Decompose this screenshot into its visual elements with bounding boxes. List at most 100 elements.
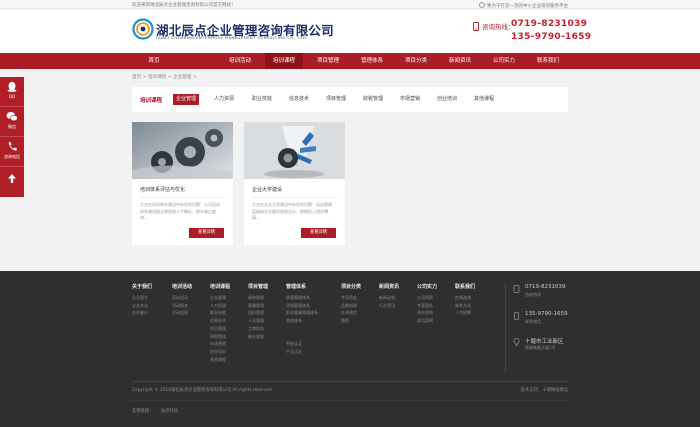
- footer-link[interactable]: 企业简介: [132, 294, 152, 302]
- logo-icon[interactable]: [132, 18, 154, 40]
- footer-link[interactable]: 融资: [341, 317, 361, 325]
- category-tab[interactable]: 人力资源: [211, 94, 237, 105]
- footer-column-title[interactable]: 联系我们: [455, 283, 475, 290]
- footer-column-title[interactable]: 培训活动: [172, 283, 192, 290]
- footer-link[interactable]: 合作机构: [417, 309, 437, 317]
- footer-link[interactable]: 市场营销: [210, 340, 230, 348]
- category-tab[interactable]: 项目管理: [323, 94, 349, 105]
- footer-link[interactable]: 质量管理体系: [286, 294, 318, 302]
- view-details-button[interactable]: 查看详情: [301, 228, 336, 238]
- slogan-text: 致力于打造一流的中小企业培训服务平台: [479, 2, 568, 9]
- footer-link[interactable]: 系统认证: [286, 340, 318, 348]
- phone-icon: [513, 285, 520, 293]
- footer-link[interactable]: 企业管理: [210, 294, 230, 302]
- footer-link[interactable]: 技术改造: [341, 309, 361, 317]
- friend-links-label: 友情链接：: [132, 409, 154, 414]
- category-tab[interactable]: 财税管理: [360, 94, 386, 105]
- breadcrumb[interactable]: 首页 > 培训课程 > 企业管理 >: [132, 74, 197, 80]
- footer-link[interactable]: 人才招聘: [455, 309, 475, 317]
- footer-link[interactable]: 职业健康管理体系: [286, 309, 318, 317]
- footer-link[interactable]: 产品认证: [286, 348, 318, 356]
- footer-link[interactable]: 专项资金: [341, 294, 361, 302]
- footer-link[interactable]: 培训活动: [172, 294, 192, 302]
- card-title[interactable]: 企业大学建设: [252, 186, 282, 193]
- nav-item-training-activities[interactable]: 培训活动: [221, 53, 259, 69]
- nav-item-home[interactable]: 首页: [135, 53, 173, 69]
- footer-link[interactable]: 人员管理: [248, 317, 268, 325]
- footer-column-title[interactable]: 项目分类: [341, 283, 361, 290]
- back-to-top-button[interactable]: [0, 173, 24, 197]
- footer-link[interactable]: 人力资源: [210, 302, 230, 310]
- footer-column-title[interactable]: 公司实力: [417, 283, 437, 290]
- card-description: 企业在企业大学建设中存在的问题：培训管理层级缺乏必要的规划设计，前期投入相对薄弱…: [252, 202, 332, 220]
- category-tab[interactable]: 企业管理: [173, 94, 200, 105]
- float-item-phone[interactable]: 咨询电话: [0, 141, 24, 167]
- nav-item-project-category[interactable]: 项目分类: [397, 53, 435, 69]
- category-tab[interactable]: 市场营销: [397, 94, 423, 105]
- footer-link[interactable]: 财税管理: [210, 333, 230, 341]
- footer-link[interactable]: 公司资质: [417, 294, 437, 302]
- nav-item-contact[interactable]: 联系我们: [529, 53, 567, 69]
- card-description: 企业在培训体系建设中存在的问题：公司培训体系建设缺乏规划和人才梯队，统计难以查询…: [140, 202, 220, 220]
- card-title[interactable]: 培训体系评估与优化: [140, 186, 185, 193]
- course-thumbnail[interactable]: [132, 122, 233, 179]
- float-item-wechat[interactable]: 微信: [0, 111, 24, 137]
- category-tab[interactable]: 其他课程: [471, 94, 497, 105]
- nav-item-company-strength[interactable]: 公司实力: [485, 53, 523, 69]
- footer-link[interactable]: [286, 333, 318, 341]
- footer-link[interactable]: 项目管理: [210, 325, 230, 333]
- nav-item-news[interactable]: 新闻资讯: [441, 53, 479, 69]
- contact-label: 联系电话: [525, 319, 541, 324]
- friend-link[interactable]: 辰点科技: [161, 409, 178, 414]
- course-thumbnail[interactable]: [244, 122, 345, 179]
- footer: 关于我们 企业简介 企业文化 合作客户 培训活动 培训活动 活动报名 活动回顾 …: [0, 271, 700, 427]
- nav-item-management-system[interactable]: 管理体系: [353, 53, 391, 69]
- footer-link[interactable]: 其他体系: [286, 317, 318, 325]
- category-tab[interactable]: 职业技能: [249, 94, 275, 105]
- footer-link[interactable]: [286, 325, 318, 333]
- footer-column-title[interactable]: 项目管理: [248, 283, 268, 290]
- category-tab[interactable]: 信息技术: [286, 94, 312, 105]
- course-card[interactable]: 培训体系评估与优化 企业在培训体系建设中存在的问题：公司培训体系建设缺乏规划和人…: [132, 122, 233, 245]
- footer-link[interactable]: 成功案例: [417, 317, 437, 325]
- footer-link[interactable]: 活动回顾: [172, 309, 192, 317]
- nav-item-project-management[interactable]: 项目管理: [309, 53, 347, 69]
- footer-link[interactable]: 绩效管理: [248, 294, 268, 302]
- view-details-button[interactable]: 查看详情: [189, 228, 224, 238]
- footer-column-title[interactable]: 新闻资讯: [379, 283, 399, 290]
- footer-column-title[interactable]: 培训课程: [210, 283, 230, 290]
- footer-link[interactable]: 合作客户: [132, 309, 152, 317]
- divider: [140, 197, 225, 198]
- location-icon: [513, 338, 520, 346]
- footer-link[interactable]: 联系方式: [455, 302, 475, 310]
- category-title: 培训课程: [140, 98, 163, 104]
- footer-link[interactable]: 新闻动态: [379, 294, 399, 302]
- course-card[interactable]: 企业大学建设 企业在企业大学建设中存在的问题：培训管理层级缺乏必要的规划设计，前…: [244, 122, 345, 245]
- footer-link[interactable]: 专家团队: [417, 302, 437, 310]
- footer-link[interactable]: 行业资讯: [379, 302, 399, 310]
- tech-support-link[interactable]: 技术支持：十堰网站建设: [521, 387, 568, 393]
- footer-link[interactable]: 环境管理体系: [286, 302, 318, 310]
- category-tab[interactable]: 创业培训: [434, 94, 460, 105]
- footer-column-news: 新闻资讯 新闻动态 行业资讯: [379, 283, 399, 309]
- footer-link[interactable]: 活动报名: [172, 302, 192, 310]
- footer-link[interactable]: 职业技能: [210, 309, 230, 317]
- mobile-icon: [514, 312, 519, 320]
- footer-link[interactable]: 其他课程: [210, 356, 230, 364]
- footer-link[interactable]: 信息技术: [210, 317, 230, 325]
- footer-link[interactable]: 薪酬管理: [248, 302, 268, 310]
- float-label: QQ: [8, 94, 16, 99]
- copyright-text: Copyright © 2018湖北辰点企业管理咨询有限公司 All right…: [132, 388, 272, 393]
- nav-item-training-courses[interactable]: 培训课程: [265, 53, 303, 69]
- footer-link[interactable]: 工商财务: [248, 325, 268, 333]
- float-item-qq[interactable]: QQ: [0, 81, 24, 107]
- header: [0, 10, 700, 53]
- footer-column-title[interactable]: 关于我们: [132, 283, 152, 290]
- footer-link[interactable]: 在线咨询: [455, 294, 475, 302]
- footer-link[interactable]: 创业培训: [210, 348, 230, 356]
- footer-link[interactable]: 职业规划: [248, 333, 268, 341]
- footer-link[interactable]: 品牌创建: [341, 302, 361, 310]
- footer-column-title[interactable]: 管理体系: [286, 283, 318, 290]
- footer-link[interactable]: 组织管理: [248, 309, 268, 317]
- footer-link[interactable]: 企业文化: [132, 302, 152, 310]
